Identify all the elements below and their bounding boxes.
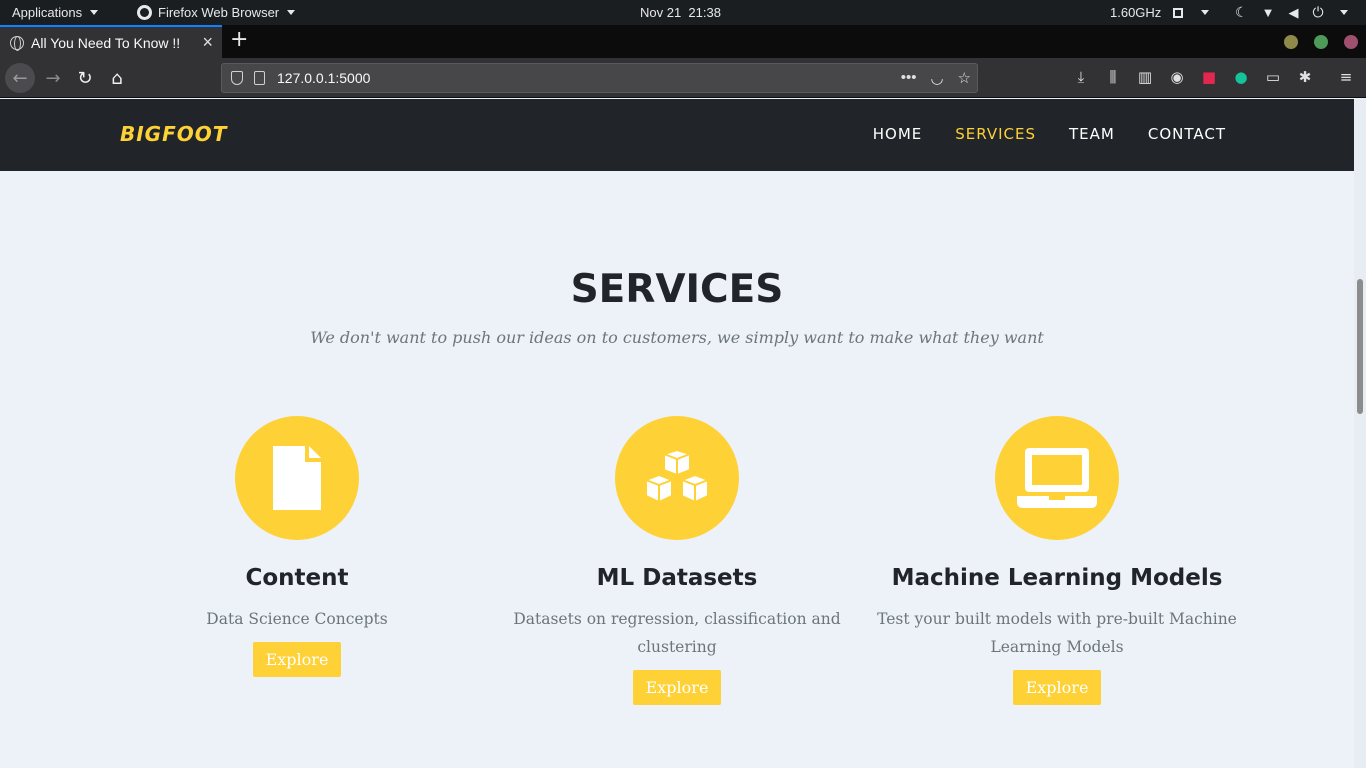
page-actions-icon[interactable]: •••	[901, 69, 917, 87]
arrow-left-icon: ←	[12, 67, 28, 89]
power-icon[interactable]: ⏻	[1312, 0, 1323, 25]
night-mode-icon[interactable]: ☾	[1235, 0, 1248, 25]
bookmark-star-icon[interactable]: ☆	[958, 69, 971, 87]
tab-title: All You Need To Know !!	[31, 34, 181, 51]
close-window-button[interactable]	[1344, 35, 1358, 49]
active-app-label: Firefox Web Browser	[158, 5, 280, 20]
arrow-right-icon: →	[45, 67, 61, 89]
nav-link-services[interactable]: SERVICES	[955, 125, 1036, 143]
caret-down-icon[interactable]	[1339, 10, 1348, 15]
container-tab-icon[interactable]: ▭	[1264, 68, 1282, 86]
nav-link-team[interactable]: TEAM	[1069, 125, 1115, 143]
service-title: ML Datasets	[596, 565, 758, 591]
service-card-ml-models: Machine Learning Models Test your built …	[867, 416, 1247, 705]
status-icons: ☾ ▼ ◀ ⏻	[1235, 0, 1348, 25]
system-top-panel: Applications Firefox Web Browser Nov 21 …	[0, 0, 1366, 25]
minimize-window-button[interactable]	[1284, 35, 1298, 49]
section-subtitle: We don't want to push our ideas on to cu…	[310, 328, 1044, 347]
caret-down-icon	[90, 10, 99, 15]
browser-tab[interactable]: All You Need To Know !! ×	[0, 25, 222, 58]
globe-icon	[10, 35, 24, 51]
service-description: Test your built models with pre-built Ma…	[877, 610, 1237, 656]
pocket-icon[interactable]: ◡	[930, 69, 943, 87]
url-text[interactable]: 127.0.0.1:5000	[277, 70, 370, 86]
tracking-shield-icon[interactable]	[231, 71, 243, 85]
caret-down-icon	[1201, 10, 1210, 15]
cpu-freq-indicator[interactable]: 1.60GHz	[1110, 0, 1210, 25]
clock[interactable]: Nov 21 21:38	[640, 0, 721, 25]
firefox-icon	[137, 5, 152, 20]
close-tab-icon[interactable]: ×	[202, 33, 213, 51]
service-icon-circle	[995, 416, 1119, 540]
library-icon[interactable]: ⫼	[1104, 68, 1122, 86]
sidebar-icon[interactable]: ▥	[1136, 68, 1154, 86]
cubes-icon	[645, 450, 709, 504]
service-card-content: Content Data Science Concepts Explore	[107, 416, 487, 677]
file-icon	[273, 446, 321, 510]
hamburger-menu-icon[interactable]: ≡	[1337, 68, 1355, 86]
back-button[interactable]: ←	[5, 63, 35, 93]
service-icon-circle	[235, 416, 359, 540]
page-info-icon[interactable]	[254, 71, 265, 85]
downloads-icon[interactable]: ⤓	[1072, 68, 1090, 86]
wifi-icon[interactable]: ▼	[1262, 0, 1275, 25]
service-icon-circle	[615, 416, 739, 540]
extension-paw-icon[interactable]: ✱	[1296, 68, 1314, 86]
tab-bar: All You Need To Know !! × +	[0, 25, 1366, 58]
service-title: Content	[245, 565, 349, 591]
explore-button[interactable]: Explore	[252, 642, 342, 677]
brand-logo[interactable]: BIGFOOT	[120, 122, 227, 146]
service-description: Data Science Concepts	[206, 610, 388, 628]
explore-button[interactable]: Explore	[632, 670, 722, 705]
new-tab-button[interactable]: +	[230, 28, 248, 52]
nav-link-home[interactable]: HOME	[873, 125, 923, 143]
cpu-icon	[1173, 7, 1184, 18]
laptop-icon	[1017, 448, 1097, 508]
extension-lock-icon[interactable]: ■	[1200, 68, 1218, 86]
page-scrollbar[interactable]	[1354, 99, 1366, 768]
reload-button[interactable]: ↻	[70, 63, 100, 93]
home-button[interactable]: ⌂	[102, 63, 132, 93]
reload-icon: ↻	[77, 67, 93, 89]
grammarly-icon[interactable]: ●	[1232, 68, 1250, 86]
maximize-window-button[interactable]	[1314, 35, 1328, 49]
service-title: Machine Learning Models	[891, 565, 1223, 591]
account-icon[interactable]: ◉	[1168, 68, 1186, 86]
service-card-ml-datasets: ML Datasets Datasets on regression, clas…	[487, 416, 867, 705]
volume-icon[interactable]: ◀	[1288, 0, 1298, 25]
caret-down-icon	[287, 10, 296, 15]
home-icon: ⌂	[111, 67, 123, 89]
service-description: Datasets on regression, classification a…	[513, 610, 841, 656]
cpu-freq-label: 1.60GHz	[1110, 5, 1162, 20]
scrollbar-thumb[interactable]	[1357, 279, 1363, 414]
datetime-label: Nov 21 21:38	[640, 5, 721, 20]
navigation-toolbar: ← → ↻ ⌂ 127.0.0.1:5000 ••• ◡ ☆ ⤓ ⫼ ▥ ◉ ■…	[0, 58, 1366, 98]
explore-button[interactable]: Explore	[1012, 670, 1102, 705]
section-title: SERVICES	[570, 267, 784, 312]
active-app-menu[interactable]: Firefox Web Browser	[137, 0, 296, 25]
applications-label: Applications	[12, 5, 83, 20]
applications-menu[interactable]: Applications	[12, 0, 99, 25]
url-bar[interactable]: 127.0.0.1:5000 ••• ◡ ☆	[221, 63, 978, 93]
web-page: BIGFOOT HOME SERVICES TEAM CONTACT SERVI…	[0, 99, 1354, 768]
site-navbar: BIGFOOT HOME SERVICES TEAM CONTACT	[0, 99, 1354, 171]
forward-button[interactable]: →	[38, 63, 68, 93]
site-menu: HOME SERVICES TEAM CONTACT	[873, 125, 1226, 143]
nav-link-contact[interactable]: CONTACT	[1148, 125, 1226, 143]
